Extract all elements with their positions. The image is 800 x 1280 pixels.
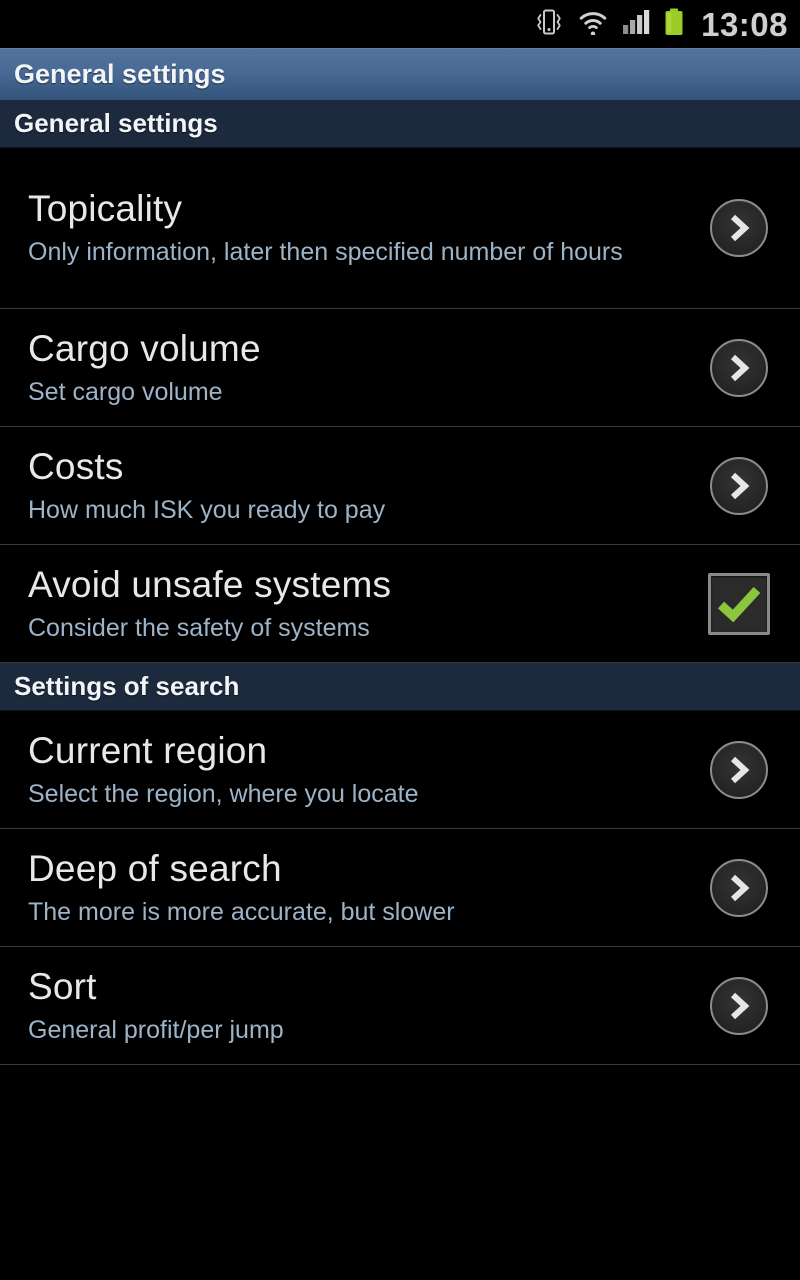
list-item-current-region[interactable]: Current region Select the region, where … — [0, 711, 800, 829]
status-bar-clock: 13:08 — [701, 5, 788, 43]
list-item-title: Avoid unsafe systems — [28, 563, 392, 605]
list-item-text: Sort General profit/per jump — [28, 965, 696, 1046]
list-item-title: Cargo volume — [28, 327, 261, 369]
section-header-label: Settings of search — [14, 671, 240, 701]
list-item-title: Topicality — [28, 188, 183, 230]
list-item-costs[interactable]: Costs How much ISK you ready to pay — [0, 427, 800, 545]
chevron-right-icon[interactable] — [710, 976, 768, 1035]
list-item-widget[interactable] — [696, 338, 782, 397]
list-item-cargo-volume[interactable]: Cargo volume Set cargo volume — [0, 309, 800, 427]
list-item-subtitle: General profit/per jump — [28, 1015, 284, 1044]
list-item-subtitle: Consider the safety of systems — [28, 613, 370, 642]
list-item-title: Deep of search — [28, 847, 282, 889]
list-item-text: Topicality Only information, later then … — [28, 187, 696, 268]
list-item-widget[interactable] — [696, 572, 782, 635]
list-item-text: Deep of search The more is more accurate… — [28, 847, 696, 928]
list-item-widget[interactable] — [696, 740, 782, 799]
avoid-unsafe-systems-checkbox[interactable] — [708, 572, 770, 635]
list-item-title: Sort — [28, 965, 97, 1007]
section-header-settings-of-search: Settings of search — [0, 663, 800, 711]
section-header-label: General settings — [14, 108, 218, 138]
signal-icon — [622, 9, 650, 40]
status-bar: 13:08 — [0, 0, 800, 48]
list-item-widget[interactable] — [696, 976, 782, 1035]
vibrate-icon — [534, 9, 564, 40]
list-item-topicality[interactable]: Topicality Only information, later then … — [0, 148, 800, 309]
settings-list[interactable]: General settings Topicality Only informa… — [0, 100, 800, 1280]
list-item-text: Costs How much ISK you ready to pay — [28, 445, 696, 526]
list-item-widget[interactable] — [696, 456, 782, 515]
list-item-avoid-unsafe-systems[interactable]: Avoid unsafe systems Consider the safety… — [0, 545, 800, 663]
list-item-subtitle: The more is more accurate, but slower — [28, 897, 455, 926]
chevron-right-icon[interactable] — [710, 740, 768, 799]
list-item-subtitle: How much ISK you ready to pay — [28, 495, 386, 524]
list-item-text: Cargo volume Set cargo volume — [28, 327, 696, 408]
action-bar: General settings — [0, 48, 800, 100]
chevron-right-icon[interactable] — [710, 338, 768, 397]
list-item-sort[interactable]: Sort General profit/per jump — [0, 947, 800, 1065]
chevron-right-icon[interactable] — [710, 858, 768, 917]
battery-icon — [663, 8, 685, 41]
list-item-widget[interactable] — [696, 858, 782, 917]
list-item-title: Costs — [28, 445, 124, 487]
list-item-subtitle: Set cargo volume — [28, 377, 223, 406]
chevron-right-icon[interactable] — [710, 456, 768, 515]
list-item-title: Current region — [28, 729, 268, 771]
status-bar-icons — [534, 8, 685, 41]
chevron-right-icon[interactable] — [710, 199, 768, 257]
wifi-icon — [577, 9, 609, 40]
list-item-widget[interactable] — [696, 199, 782, 257]
list-item-subtitle: Only information, later then specified n… — [28, 238, 623, 267]
list-item-text: Avoid unsafe systems Consider the safety… — [28, 563, 696, 644]
list-item-deep-of-search[interactable]: Deep of search The more is more accurate… — [0, 829, 800, 947]
list-item-subtitle: Select the region, where you locate — [28, 779, 419, 808]
section-header-general-settings: General settings — [0, 100, 800, 148]
list-empty-area — [0, 1065, 800, 1280]
page-title: General settings — [14, 59, 226, 89]
android-settings-screen: 13:08 General settings General settings … — [0, 0, 800, 1280]
list-item-text: Current region Select the region, where … — [28, 729, 696, 810]
